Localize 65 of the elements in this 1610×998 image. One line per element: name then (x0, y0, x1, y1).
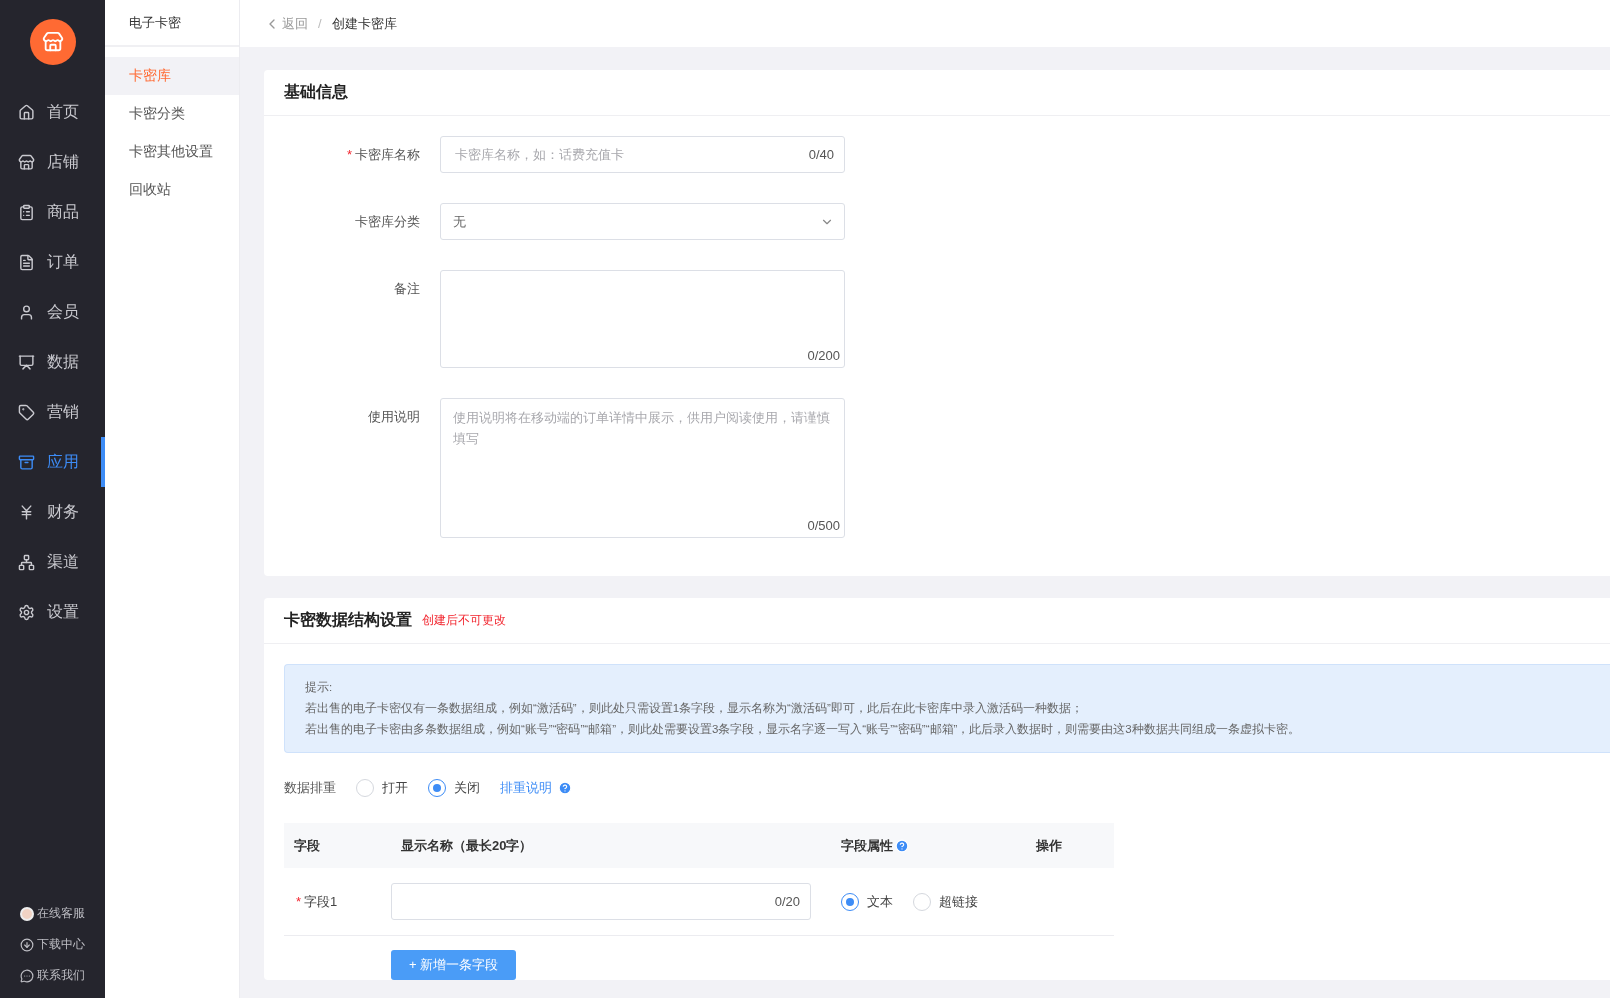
field-name: * 字段1 (295, 892, 339, 911)
nav-item[interactable]: 设置 (0, 587, 105, 637)
radio-option[interactable]: 关闭 (428, 779, 480, 797)
subnav-item[interactable]: 卡密分类 (105, 95, 239, 133)
clipboard-icon (18, 203, 35, 221)
footer-link[interactable]: 在线客服 (20, 905, 105, 922)
column-header: 字段 (293, 836, 321, 855)
store-logo-icon[interactable] (29, 19, 76, 65)
char-counter: 0/200 (807, 348, 840, 363)
nav-item[interactable]: 首页 (0, 87, 105, 137)
footer-link[interactable]: 下载中心 (20, 936, 105, 953)
column-header: 显示名称（最长20字） (400, 836, 534, 855)
tip-text: 若出售的电子卡密仅有一条数据组成，例如“激活码”，则此处只需设置1条字段，显示名称为“激活码”即可，此后在此卡密库中录入激活码一种数据； (305, 701, 1084, 716)
breadcrumb-separator: / (318, 16, 322, 31)
radio-option[interactable]: 超链接 (913, 892, 978, 911)
textarea-field[interactable]: 使用说明将在移动端的订单详情中展示，供用户阅读使用，请谨慎填写 0/500 (440, 398, 845, 538)
column-header: 操作 (1035, 836, 1063, 855)
tip-text: 若出售的电子卡密由多条数据组成，例如“账号”“密码”“邮箱”，则此处需要设置3条字段，显示名字逐一写入“账号”“密码”“邮箱”，此后录入数据时，则需要由这3种数据共同组成一条虚拟卡密。 (305, 722, 1301, 737)
nav-item[interactable]: 店铺 (0, 137, 105, 187)
nav-item[interactable]: 商品 (0, 187, 105, 237)
user-icon (18, 303, 35, 321)
dedupe-label: 数据排重 (284, 779, 336, 797)
tag-icon (18, 403, 35, 421)
name-input[interactable]: 卡密库名称，如：话费充值卡 (453, 146, 809, 163)
text-field[interactable]: 卡密库名称，如：话费充值卡 0/40 (440, 136, 845, 173)
field-label: 备注 (393, 280, 421, 298)
store-icon (18, 153, 35, 171)
tip-title: 提示: (305, 680, 334, 695)
subnav-item[interactable]: 回收站 (105, 171, 239, 209)
nav-item[interactable]: 渠道 (0, 537, 105, 587)
avatar-icon (20, 906, 34, 921)
help-icon (895, 838, 909, 853)
select-field[interactable]: 无 (440, 203, 845, 240)
field-label: 卡密库分类 (354, 213, 421, 231)
char-counter: 0/500 (807, 518, 840, 533)
display-name-field[interactable]: 0/20 (391, 883, 811, 920)
select-value: 无 (453, 212, 467, 231)
nav-item[interactable]: 营销 (0, 387, 105, 437)
help-link[interactable]: 排重说明 (500, 779, 572, 797)
nav-item[interactable]: 订单 (0, 237, 105, 287)
field-label: * 卡密库名称 (345, 146, 421, 164)
subnav-item[interactable]: 卡密其他设置 (105, 133, 239, 171)
card-title: 卡密数据结构设置 (284, 610, 412, 630)
warning-text: 创建后不可更改 (422, 612, 506, 629)
footer-link[interactable]: 联系我们 (20, 967, 105, 984)
box-icon (18, 453, 35, 471)
help-icon (558, 781, 572, 795)
radio-option[interactable]: 文本 (841, 892, 893, 911)
nav-item[interactable]: 会员 (0, 287, 105, 337)
textarea-field[interactable]: 0/200 (440, 270, 845, 368)
document-icon (18, 253, 35, 271)
download-icon (20, 937, 34, 952)
radio-option[interactable]: 打开 (356, 779, 408, 797)
network-icon (18, 553, 35, 571)
breadcrumb-current: 创建卡密库 (331, 14, 397, 33)
char-counter: 0/20 (774, 894, 800, 909)
nav-item[interactable]: 数据 (0, 337, 105, 387)
field-label: 使用说明 (367, 408, 421, 426)
chat-icon (20, 968, 34, 983)
char-counter: 0/40 (808, 147, 834, 162)
home-icon (18, 103, 35, 121)
column-header: 字段属性 (831, 836, 1026, 855)
card-title: 基础信息 (284, 82, 348, 102)
settings-icon (18, 603, 35, 621)
nav-item[interactable]: 财务 (0, 487, 105, 537)
